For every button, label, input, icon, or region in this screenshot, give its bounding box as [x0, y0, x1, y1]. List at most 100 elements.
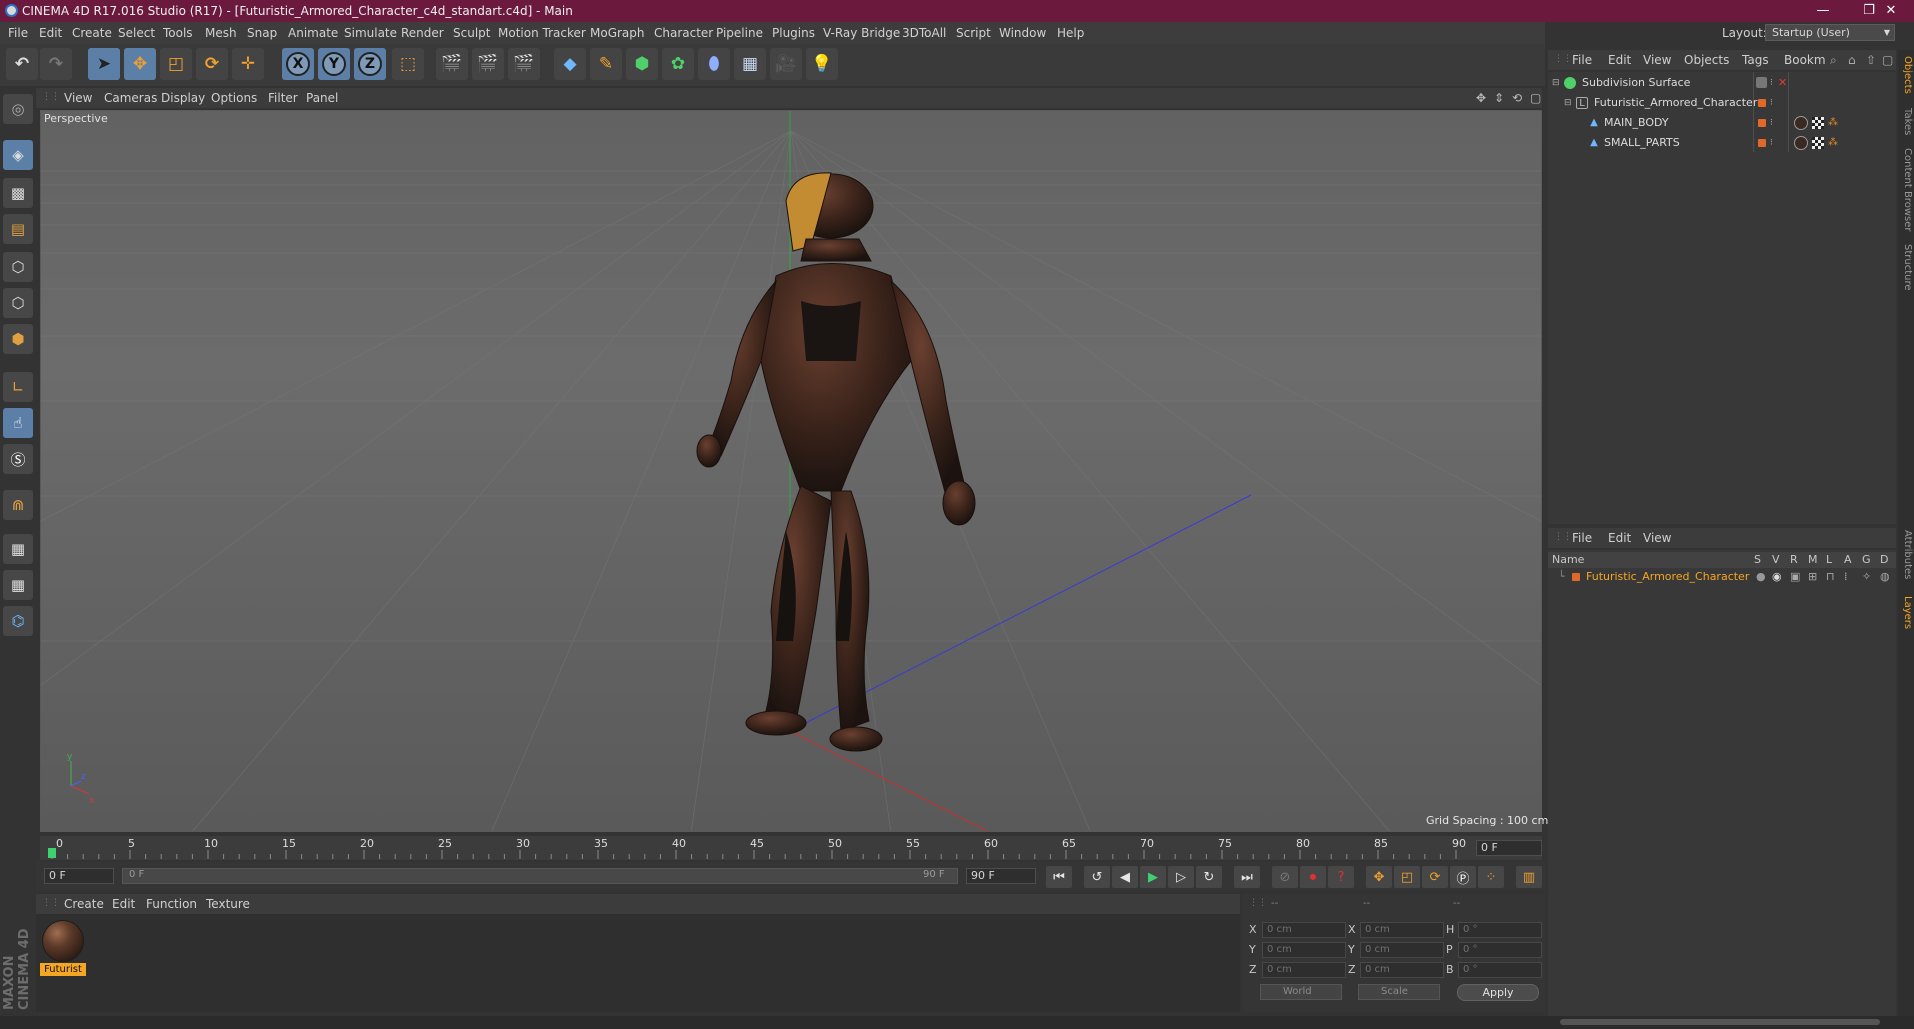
texture-tag-icon[interactable] [1812, 137, 1824, 149]
axis-mode-button[interactable]: ∟ [3, 372, 33, 402]
key-scale-button[interactable]: ◰ [1394, 866, 1420, 888]
previous-keyframe-button[interactable]: ↺ [1084, 866, 1110, 888]
solo-toggle-icon[interactable]: ● [1756, 568, 1766, 586]
go-to-start-button[interactable]: ⏮ [1046, 866, 1072, 888]
collapse-icon[interactable]: ⊟ [1564, 94, 1572, 112]
key-pla-button[interactable]: ⁘ [1478, 866, 1504, 888]
tab-takes[interactable]: Takes [1899, 108, 1913, 135]
python-button[interactable]: ⌬ [3, 606, 33, 636]
timeline-window-button[interactable]: ▥ [1516, 866, 1542, 888]
view-toggle-icon[interactable]: ◉ [1772, 568, 1782, 586]
size-y-field[interactable]: 0 cm [1360, 942, 1444, 958]
camera-object-button[interactable]: 🎥 [770, 48, 802, 80]
layout-dropdown[interactable]: Startup (User) ▼ [1765, 24, 1895, 41]
previous-frame-button[interactable]: ◀ [1112, 866, 1138, 888]
tab-objects[interactable]: Objects [1899, 56, 1913, 94]
menu-pipeline[interactable]: Pipeline [716, 26, 763, 40]
menu-window[interactable]: Window [999, 26, 1046, 40]
close-button[interactable]: ✕ [1868, 0, 1914, 22]
animation-toggle-icon[interactable]: ⁞ [1844, 568, 1848, 586]
manager-toggle-icon[interactable]: ⊞ [1808, 568, 1817, 586]
locked-workplane-button[interactable]: ▦ [3, 534, 33, 564]
material-menu-edit[interactable]: Edit [112, 897, 135, 911]
minimize-button[interactable]: — [1800, 0, 1846, 22]
viewport-menu-cameras[interactable]: Cameras [104, 91, 157, 105]
objects-menu-bookmarks[interactable]: Bookm [1784, 53, 1826, 67]
pen-spline-button[interactable]: ✎ [590, 48, 622, 80]
max-frame-field[interactable]: 90 F [966, 868, 1036, 884]
render-settings-button[interactable]: 🎬 [508, 48, 540, 80]
object-row-character[interactable]: ⊟ L Futuristic_Armored_Character ⁝ [1548, 94, 1896, 112]
object-row-small-parts[interactable]: ▲ SMALL_PARTS ⁝ ⁂ [1548, 134, 1896, 152]
menu-mograph[interactable]: MoGraph [590, 26, 645, 40]
menu-snap[interactable]: Snap [247, 26, 277, 40]
viewport-maximize-icon[interactable]: ▢ [1530, 91, 1541, 105]
phong-tag-icon[interactable]: ⁂ [1828, 114, 1838, 132]
deformer-toggle-icon[interactable]: ◍ [1880, 568, 1890, 586]
viewport-menu-display[interactable]: Display [161, 91, 205, 105]
workplane-mode-button[interactable]: ▤ [3, 214, 33, 244]
visibility-dots-icon[interactable]: ⁝ [1770, 114, 1773, 132]
layer-color-swatch[interactable] [1758, 119, 1766, 127]
menu-render[interactable]: Render [401, 26, 444, 40]
undo-button[interactable]: ↶ [6, 48, 38, 80]
horizontal-scrollbar[interactable] [1560, 1019, 1880, 1025]
cube-object-button[interactable]: ◆ [554, 48, 586, 80]
redo-button[interactable]: ↷ [40, 48, 72, 80]
light-object-button[interactable]: 💡 [806, 48, 838, 80]
viewport-nav-rotate-icon[interactable]: ⟲ [1512, 91, 1522, 105]
disabled-x-icon[interactable]: ✕ [1778, 74, 1787, 92]
layer-color-swatch[interactable] [1758, 99, 1766, 107]
menu-file[interactable]: File [8, 26, 28, 40]
layers-menu-edit[interactable]: Edit [1608, 531, 1631, 545]
layer-row[interactable]: └ Futuristic_Armored_Character ● ◉ ▣ ⊞ ⊓… [1548, 568, 1896, 586]
scale-tool-button[interactable]: ◰ [160, 48, 192, 80]
viewport-nav-move-icon[interactable]: ✥ [1476, 91, 1486, 105]
layer-color-swatch[interactable] [1572, 573, 1580, 581]
render-toggle-icon[interactable]: ▣ [1790, 568, 1800, 586]
tab-layers[interactable]: Layers [1899, 596, 1913, 629]
texture-mode-button[interactable]: ▩ [3, 178, 33, 208]
current-frame-field[interactable]: 0 F [44, 868, 114, 884]
timeline-current-frame-field[interactable]: 0 F [1476, 840, 1542, 856]
menu-animate[interactable]: Animate [288, 26, 338, 40]
rot-b-field[interactable]: 0 ° [1458, 962, 1542, 978]
objects-menu-objects[interactable]: Objects [1684, 53, 1729, 67]
menu-3dtoall[interactable]: 3DToAll [902, 26, 946, 40]
material-menu-function[interactable]: Function [146, 897, 197, 911]
material-preview-sphere[interactable] [42, 920, 84, 962]
viewport-menu-panel[interactable]: Panel [306, 91, 338, 105]
menu-select[interactable]: Select [118, 26, 155, 40]
coordinate-system-button[interactable]: ⬚ [392, 48, 424, 80]
size-mode-dropdown[interactable]: Scale [1358, 984, 1440, 1000]
planar-workplane-button[interactable]: ▦ [3, 570, 33, 600]
viewport-menu-filter[interactable]: Filter [268, 91, 298, 105]
texture-tag-icon[interactable] [1812, 117, 1824, 129]
layers-menu-file[interactable]: File [1572, 531, 1592, 545]
polygons-mode-button[interactable]: ⬢ [3, 324, 33, 354]
key-rotation-button[interactable]: ⟳ [1422, 866, 1448, 888]
frame-range-slider[interactable]: 0 F 90 F [122, 868, 958, 884]
cloner-button[interactable]: ✿ [662, 48, 694, 80]
render-view-button[interactable]: 🎬 [436, 48, 468, 80]
make-editable-button[interactable]: ◎ [3, 94, 33, 124]
visibility-dots-icon[interactable]: ⁝ [1770, 74, 1773, 92]
menu-motion-tracker[interactable]: Motion Tracker [498, 26, 586, 40]
objects-menu-edit[interactable]: Edit [1608, 53, 1631, 67]
menu-simulate[interactable]: Simulate [344, 26, 397, 40]
menu-edit[interactable]: Edit [39, 26, 62, 40]
material-menu-create[interactable]: Create [64, 897, 104, 911]
go-to-end-button[interactable]: ⏭ [1234, 866, 1260, 888]
rot-p-field[interactable]: 0 ° [1458, 942, 1542, 958]
object-row-main-body[interactable]: ▲ MAIN_BODY ⁝ ⁂ [1548, 114, 1896, 132]
tab-content-browser[interactable]: Content Browser [1899, 148, 1913, 231]
autokeying-button[interactable]: ⏺ [1300, 866, 1326, 888]
material-menu-texture[interactable]: Texture [206, 897, 250, 911]
material-name-label[interactable]: Futurist [40, 963, 86, 976]
edges-mode-button[interactable]: ⬡ [3, 288, 33, 318]
snap-enable-button[interactable]: ⋒ [3, 490, 33, 520]
pos-x-field[interactable]: 0 cm [1262, 922, 1346, 938]
key-position-button[interactable]: ✥ [1366, 866, 1392, 888]
tab-structure[interactable]: Structure [1899, 244, 1913, 291]
collapse-icon[interactable]: ⊟ [1552, 74, 1560, 92]
